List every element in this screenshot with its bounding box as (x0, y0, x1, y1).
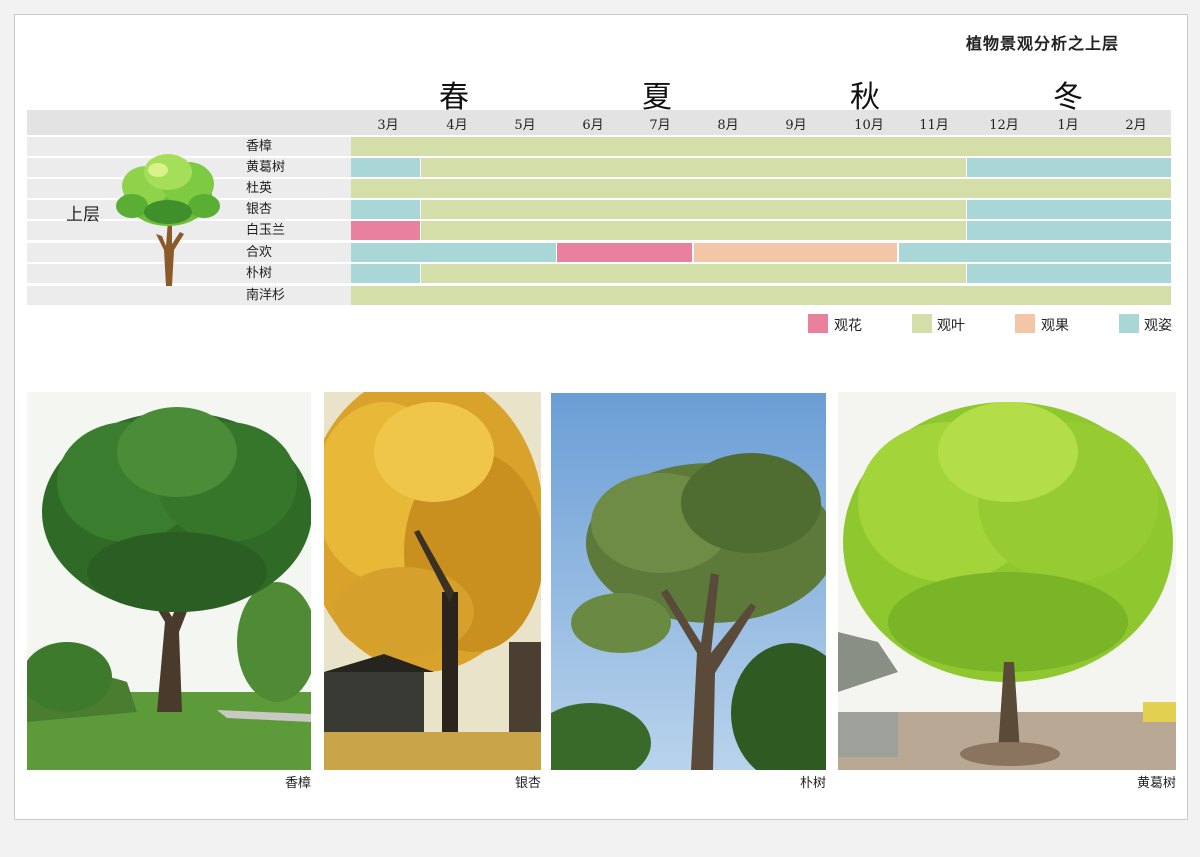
legend-swatch-flower (808, 314, 828, 333)
tree-illustration-icon (112, 150, 224, 286)
legend-label: 观姿 (1144, 318, 1172, 334)
plant-name: 香樟 (246, 139, 273, 154)
month-label: 12月 (989, 118, 1019, 133)
legend-swatch-leaf (912, 314, 932, 333)
plant-name: 合欢 (246, 245, 273, 260)
plant-name: 杜英 (246, 181, 273, 196)
photo-huanggeshu (838, 392, 1176, 770)
month-label: 2月 (1125, 118, 1147, 133)
legend-label: 观花 (834, 318, 862, 334)
plant-name: 朴树 (246, 266, 273, 281)
bar-xiangzhang-leaf (351, 137, 1171, 156)
month-label: 5月 (514, 118, 536, 133)
month-label: 1月 (1057, 118, 1079, 133)
bar-hehuan-flower (557, 243, 692, 262)
bar-huanggeshu-form-winter (967, 158, 1171, 177)
bar-duying-leaf (351, 179, 1171, 198)
bar-hehuan-form-winter (899, 243, 1171, 262)
legend-label: 观叶 (937, 318, 965, 334)
legend-swatch-form (1119, 314, 1139, 333)
month-label: 8月 (717, 118, 739, 133)
month-label: 6月 (582, 118, 604, 133)
plant-name: 黄葛树 (246, 160, 286, 175)
legend-swatch-fruit (1015, 314, 1035, 333)
legend-label: 观果 (1041, 318, 1069, 334)
bar-yinxing-leaf (421, 200, 966, 219)
page-title: 植物景观分析之上层 (966, 34, 1120, 53)
bar-hehuan-fruit (694, 243, 897, 262)
photo-caption: 香樟 (284, 776, 311, 791)
row-background (27, 286, 351, 305)
bar-baiyulan-leaf (421, 221, 966, 240)
month-label: 10月 (854, 118, 884, 133)
photo-caption: 银杏 (514, 776, 541, 791)
month-label: 3月 (377, 118, 399, 133)
photo-caption: 朴树 (799, 776, 826, 791)
photo-yinxing (324, 392, 541, 770)
bar-yinxing-form-winter (967, 200, 1171, 219)
photo-pushu (551, 393, 826, 770)
layer-label: 上层 (66, 205, 100, 225)
plant-name: 白玉兰 (246, 223, 286, 238)
bar-huanggeshu-leaf (421, 158, 966, 177)
bar-pushu-form-winter (967, 264, 1171, 283)
photo-xiangzhang (27, 392, 311, 770)
bar-baiyulan-form (967, 221, 1171, 240)
month-label: 9月 (785, 118, 807, 133)
plant-name: 南洋杉 (246, 288, 286, 303)
month-label: 7月 (649, 118, 671, 133)
bar-yinxing-form (351, 200, 420, 219)
bar-huanggeshu-form (351, 158, 420, 177)
bar-hehuan-form (351, 243, 556, 262)
plant-name: 银杏 (246, 202, 273, 217)
bar-baiyulan-flower (351, 221, 420, 240)
photo-caption: 黄葛树 (1136, 776, 1176, 791)
bar-pushu-form (351, 264, 420, 283)
month-label: 11月 (919, 118, 949, 133)
bar-nanyangshan-leaf (351, 286, 1171, 305)
bar-pushu-leaf (421, 264, 966, 283)
month-label: 4月 (446, 118, 468, 133)
